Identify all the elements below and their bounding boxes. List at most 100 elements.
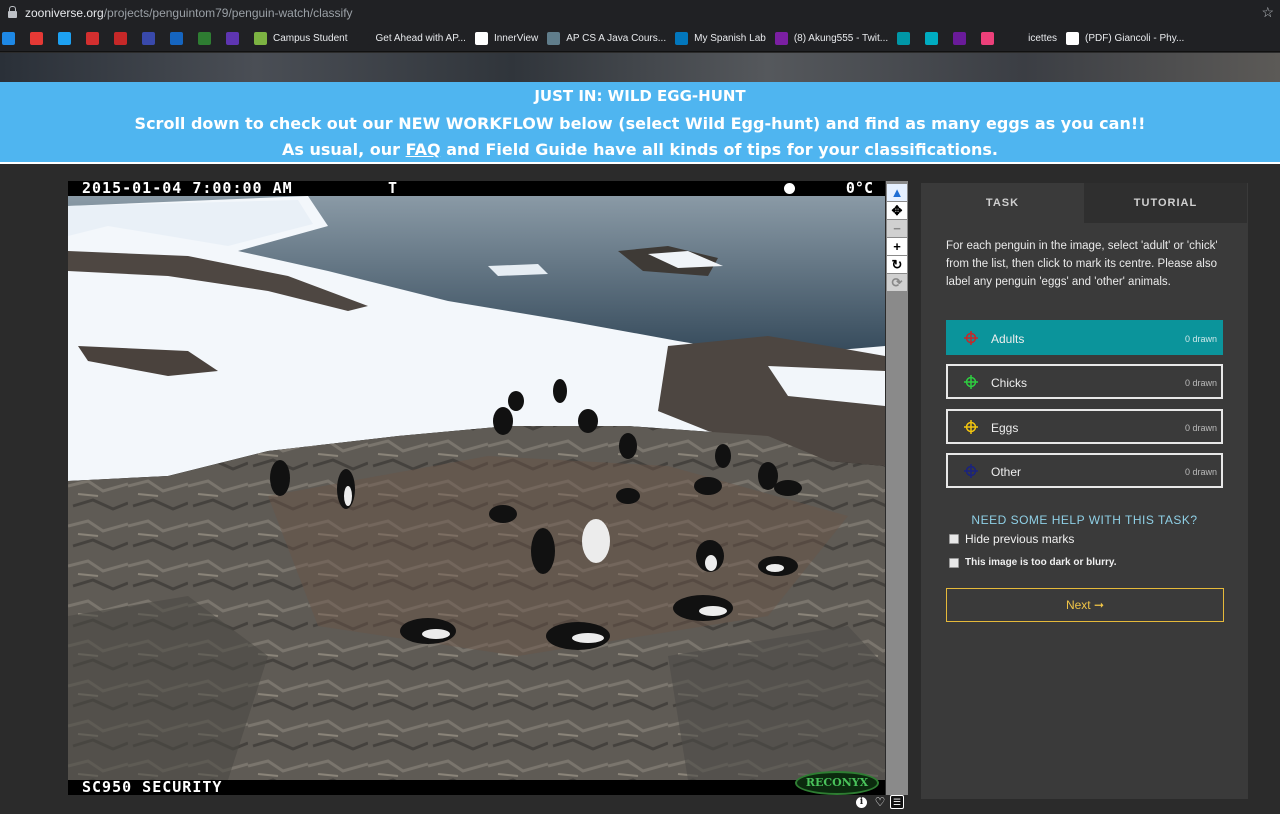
- task-help-link[interactable]: NEED SOME HELP WITH THIS TASK?: [946, 513, 1223, 527]
- bookmark-label: My Spanish Lab: [694, 33, 766, 44]
- pinterest-icon: [86, 32, 99, 45]
- bookmark-item[interactable]: [925, 26, 944, 52]
- choice-adults[interactable]: Adults 0 drawn: [946, 320, 1223, 355]
- bookmark-label: AP CS A Java Cours...: [566, 33, 667, 44]
- browser-url-bar[interactable]: zooniverse.org/projects/penguintom79/pen…: [0, 0, 1280, 26]
- k-icon: [953, 32, 967, 45]
- bookmark-item[interactable]: [226, 26, 245, 52]
- tab-tutorial[interactable]: TUTORIAL: [1084, 183, 1247, 223]
- bookmark-item[interactable]: [58, 26, 77, 52]
- bookmarks-bar: Campus Student Get Ahead with AP... InnerV…: [0, 26, 1280, 52]
- camera-model-label: SC950 SECURITY: [82, 778, 223, 795]
- url-text[interactable]: zooniverse.org/projects/penguintom79/pen…: [25, 6, 353, 20]
- app-icon: [114, 32, 127, 45]
- announcement-line-3-post: and Field Guide have all kinds of tips f…: [440, 140, 998, 159]
- lock-icon: [8, 5, 17, 18]
- reconyx-logo: RECONYX: [795, 771, 879, 795]
- bookmark-item[interactable]: [981, 26, 1000, 52]
- blue-app-icon: [897, 32, 911, 45]
- choice-eggs[interactable]: Eggs 0 drawn: [946, 409, 1223, 444]
- hide-previous-marks-toggle[interactable]: Hide previous marks: [949, 532, 1074, 546]
- choice-count: 0 drawn: [1184, 467, 1217, 477]
- bookmark-item[interactable]: My Spanish Lab: [675, 26, 766, 52]
- campus-icon: [254, 32, 267, 45]
- choice-other[interactable]: Other 0 drawn: [946, 453, 1223, 488]
- zoom-in-tool[interactable]: +: [887, 238, 907, 255]
- course-icon: [547, 32, 561, 45]
- a-icon: [170, 32, 183, 45]
- collections-list-icon[interactable]: ☰: [890, 795, 904, 809]
- bookmark-star-icon[interactable]: ☆: [1261, 4, 1274, 21]
- bookmark-item[interactable]: Get Ahead with AP...: [356, 26, 466, 52]
- green-circle-icon: [198, 32, 211, 45]
- url-host: zooniverse.org: [25, 6, 104, 20]
- hide-marks-checkbox[interactable]: [949, 534, 959, 544]
- youtube-icon: [30, 32, 43, 45]
- bookmark-item[interactable]: Campus Student: [254, 26, 348, 52]
- too-dark-label: This image is too dark or blurry.: [965, 557, 1117, 568]
- bookmark-label: Get Ahead with AP...: [375, 33, 466, 44]
- bookmark-item[interactable]: [30, 26, 49, 52]
- choice-count: 0 drawn: [1184, 334, 1217, 344]
- bookmark-item[interactable]: [142, 26, 161, 52]
- innerview-icon: [474, 32, 488, 45]
- info-icon[interactable]: i: [856, 796, 867, 808]
- task-tabs: TASK TUTORIAL: [921, 183, 1248, 223]
- choice-count: 0 drawn: [1184, 423, 1217, 433]
- bookmark-item[interactable]: [170, 26, 189, 52]
- crosshair-icon: [964, 375, 978, 389]
- too-dark-checkbox[interactable]: [949, 557, 959, 568]
- url-path: /projects/penguintom79/penguin-watch/cla…: [103, 6, 353, 20]
- bookmark-item[interactable]: icettes: [1009, 26, 1057, 52]
- favorite-heart-icon[interactable]: ♡: [873, 795, 887, 809]
- blank-icon: [356, 32, 370, 45]
- penguin-colony-photo[interactable]: [68, 196, 885, 780]
- choice-count: 0 drawn: [1184, 378, 1217, 388]
- choice-label: Other: [991, 465, 1022, 479]
- camera-temperature: 0°C: [845, 181, 873, 197]
- choice-label: Eggs: [991, 421, 1019, 435]
- too-dark-toggle[interactable]: This image is too dark or blurry.: [949, 557, 1117, 568]
- bookmark-item[interactable]: [897, 26, 916, 52]
- image-tools-toolbar: ▲ ✥ − + ↻ ⟳: [886, 181, 908, 795]
- bookmark-item[interactable]: [953, 26, 972, 52]
- bookmark-label: Campus Student: [273, 33, 348, 44]
- announcement-line-2: Scroll down to check out our NEW WORKFLO…: [134, 114, 1146, 133]
- camera-info-bar: 2015-01-04 7:00:00 AM T 0°C: [68, 181, 885, 196]
- hide-marks-label: Hide previous marks: [965, 532, 1075, 546]
- task-panel: TASK TUTORIAL For each penguin in the im…: [921, 183, 1248, 799]
- pan-tool[interactable]: ✥: [887, 202, 907, 219]
- bookmark-item[interactable]: AP CS A Java Cours...: [547, 26, 666, 52]
- camera-t-marker: T: [388, 181, 398, 197]
- bookmark-item[interactable]: (PDF) Giancoli - Phy...: [1066, 26, 1184, 52]
- crosshair-icon: [964, 420, 978, 434]
- faq-link[interactable]: FAQ: [406, 140, 441, 159]
- m-icon: [226, 32, 239, 45]
- announcement-line-3: As usual, our FAQ and Field Guide have a…: [0, 140, 1280, 159]
- zoom-out-tool[interactable]: −: [887, 220, 907, 237]
- task-instructions: For each penguin in the image, select 'a…: [946, 240, 1218, 288]
- reset-tool[interactable]: ⟳: [887, 274, 907, 291]
- tab-task[interactable]: TASK: [921, 183, 1084, 223]
- choice-chicks[interactable]: Chicks 0 drawn: [946, 364, 1223, 399]
- announcement-title: JUST IN: WILD EGG-HUNT: [534, 87, 746, 105]
- blank-icon: [1009, 32, 1023, 45]
- crosshair-icon: [964, 331, 978, 345]
- bookmark-item[interactable]: [86, 26, 105, 52]
- announcement-line-3-pre: As usual, our: [282, 140, 406, 159]
- bookmark-label: icettes: [1028, 33, 1058, 44]
- bookmark-item[interactable]: (8) Akung555 - Twit...: [774, 26, 888, 52]
- academia-icon: [1066, 32, 1080, 45]
- next-button[interactable]: Next ➞: [946, 588, 1224, 622]
- subject-image-viewer[interactable]: 2015-01-04 7:00:00 AM T 0°C SC950 SECURI…: [68, 181, 885, 795]
- rotate-tool[interactable]: ↻: [887, 256, 907, 273]
- bookmark-item[interactable]: [198, 26, 217, 52]
- camera-footer-bar: SC950 SECURITY: [68, 780, 885, 795]
- crosshair-icon: [964, 464, 978, 478]
- bookmark-item[interactable]: [114, 26, 133, 52]
- moon-phase-icon: [784, 183, 795, 194]
- pointer-tool[interactable]: ▲: [887, 184, 907, 201]
- spanish-icon: [675, 32, 689, 45]
- bookmark-item[interactable]: [2, 26, 21, 52]
- bookmark-item[interactable]: InnerView: [474, 26, 538, 52]
